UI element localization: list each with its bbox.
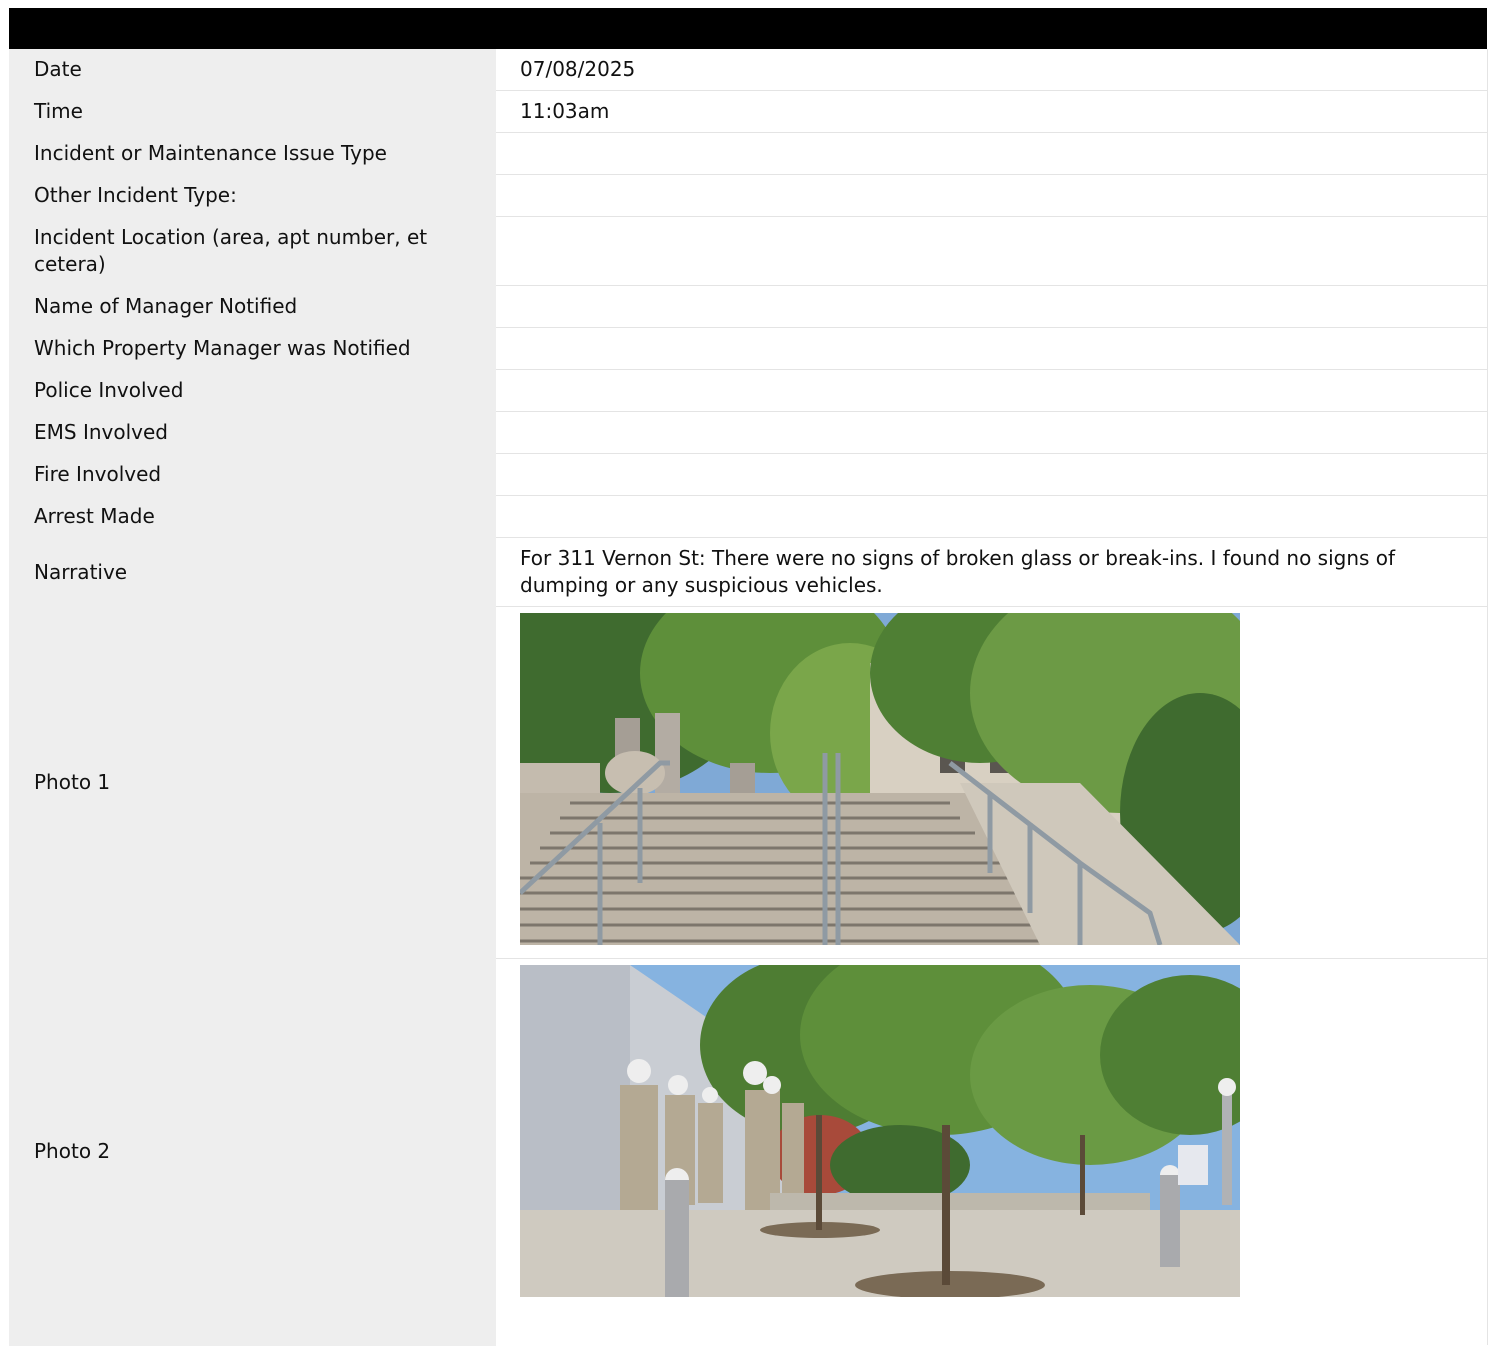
photo-1-staircase-image[interactable] bbox=[520, 613, 1240, 945]
field-value-fire-involved bbox=[496, 453, 1488, 496]
field-label-time: Time bbox=[9, 90, 496, 133]
field-label-fire-involved: Fire Involved bbox=[9, 453, 496, 496]
row-photo-2: Photo 2 bbox=[9, 958, 1488, 1346]
row-photo-1: Photo 1 bbox=[9, 606, 1488, 959]
row-issue-type: Incident or Maintenance Issue Type bbox=[9, 132, 1488, 175]
row-time: Time 11:03am bbox=[9, 90, 1488, 133]
field-value-property-manager bbox=[496, 327, 1488, 370]
row-manager-notified: Name of Manager Notified bbox=[9, 285, 1488, 328]
report-fields-table: Date 07/08/2025 Time 11:03am Incident or… bbox=[9, 49, 1488, 1346]
report-header-bar bbox=[9, 8, 1487, 49]
field-value-date: 07/08/2025 bbox=[496, 49, 1488, 91]
field-value-manager-notified bbox=[496, 285, 1488, 328]
field-label-manager-notified: Name of Manager Notified bbox=[9, 285, 496, 328]
field-value-ems-involved bbox=[496, 411, 1488, 454]
field-value-arrest-made bbox=[496, 495, 1488, 538]
field-label-ems-involved: EMS Involved bbox=[9, 411, 496, 454]
field-label-incident-location: Incident Location (area, apt number, et … bbox=[9, 216, 496, 286]
row-incident-location: Incident Location (area, apt number, et … bbox=[9, 216, 1488, 286]
field-label-date: Date bbox=[9, 49, 496, 91]
row-other-incident-type: Other Incident Type: bbox=[9, 174, 1488, 217]
field-label-issue-type: Incident or Maintenance Issue Type bbox=[9, 132, 496, 175]
field-label-other-incident-type: Other Incident Type: bbox=[9, 174, 496, 217]
field-value-photo-2 bbox=[496, 958, 1488, 1345]
field-value-police-involved bbox=[496, 369, 1488, 412]
field-value-narrative: For 311 Vernon St: There were no signs o… bbox=[496, 537, 1488, 607]
row-fire-involved: Fire Involved bbox=[9, 453, 1488, 496]
field-label-narrative: Narrative bbox=[9, 537, 496, 607]
row-date: Date 07/08/2025 bbox=[9, 49, 1488, 91]
row-property-manager: Which Property Manager was Notified bbox=[9, 327, 1488, 370]
field-label-police-involved: Police Involved bbox=[9, 369, 496, 412]
field-label-property-manager: Which Property Manager was Notified bbox=[9, 327, 496, 370]
photo-2-courtyard-image[interactable] bbox=[520, 965, 1240, 1297]
field-value-incident-location bbox=[496, 216, 1488, 286]
field-value-time: 11:03am bbox=[496, 90, 1488, 133]
incident-report: Date 07/08/2025 Time 11:03am Incident or… bbox=[9, 8, 1488, 1346]
row-narrative: Narrative For 311 Vernon St: There were … bbox=[9, 537, 1488, 607]
row-police-involved: Police Involved bbox=[9, 369, 1488, 412]
row-ems-involved: EMS Involved bbox=[9, 411, 1488, 454]
field-value-photo-1 bbox=[496, 606, 1488, 959]
field-value-issue-type bbox=[496, 132, 1488, 175]
field-label-arrest-made: Arrest Made bbox=[9, 495, 496, 538]
field-label-photo-2: Photo 2 bbox=[9, 958, 496, 1346]
row-arrest-made: Arrest Made bbox=[9, 495, 1488, 538]
field-value-other-incident-type bbox=[496, 174, 1488, 217]
field-label-photo-1: Photo 1 bbox=[9, 606, 496, 959]
